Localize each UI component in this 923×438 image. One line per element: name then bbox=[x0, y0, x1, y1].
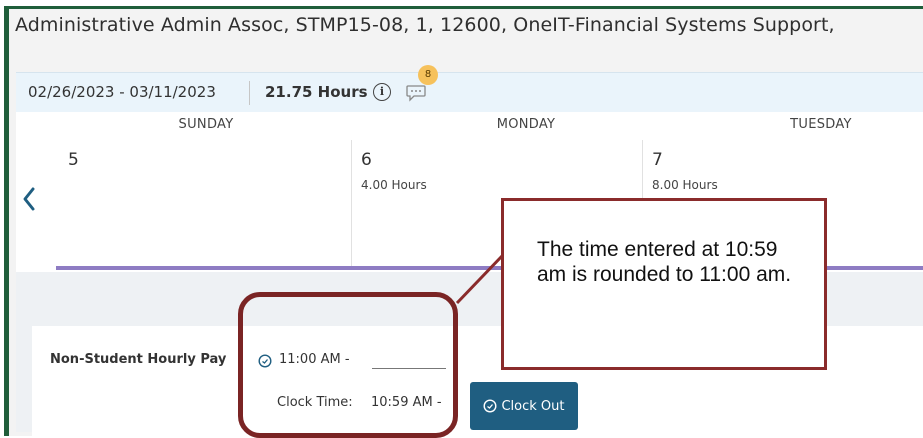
chevron-left-icon[interactable] bbox=[20, 186, 38, 212]
day-header-sunday: SUNDAY bbox=[178, 117, 234, 132]
divider bbox=[249, 81, 250, 105]
day-divider bbox=[351, 140, 352, 270]
comment-icon[interactable] bbox=[405, 83, 427, 103]
clock-out-button[interactable]: Clock Out bbox=[470, 382, 578, 430]
total-hours: 21.75 Hours bbox=[265, 83, 368, 101]
day-header-tuesday: TUESDAY bbox=[790, 117, 852, 132]
clock-out-label: Clock Out bbox=[501, 398, 565, 414]
callout-text: The time entered at 10:59 am is rounded … bbox=[537, 238, 792, 286]
annotation-callout: The time entered at 10:59 am is rounded … bbox=[501, 198, 827, 370]
pay-type-label: Non-Student Hourly Pay bbox=[50, 352, 227, 367]
annotation-highlight bbox=[238, 292, 458, 438]
day-hours-monday: 4.00 Hours bbox=[361, 178, 427, 192]
info-icon[interactable]: i bbox=[373, 83, 391, 101]
comment-count-badge: 8 bbox=[418, 65, 438, 85]
day-date-tuesday[interactable]: 7 bbox=[652, 150, 663, 170]
clock-icon bbox=[483, 399, 497, 413]
day-date-monday[interactable]: 6 bbox=[361, 150, 372, 170]
day-date-sunday[interactable]: 5 bbox=[68, 150, 79, 170]
day-header-monday: MONDAY bbox=[496, 117, 556, 132]
pay-period-bar: 02/26/2023 - 03/11/2023 21.75 Hours i 8 bbox=[16, 65, 923, 112]
job-title: Administrative Admin Assoc, STMP15-08, 1… bbox=[15, 14, 835, 36]
day-hours-tuesday: 8.00 Hours bbox=[652, 178, 718, 192]
pay-period-range: 02/26/2023 - 03/11/2023 bbox=[28, 83, 216, 101]
